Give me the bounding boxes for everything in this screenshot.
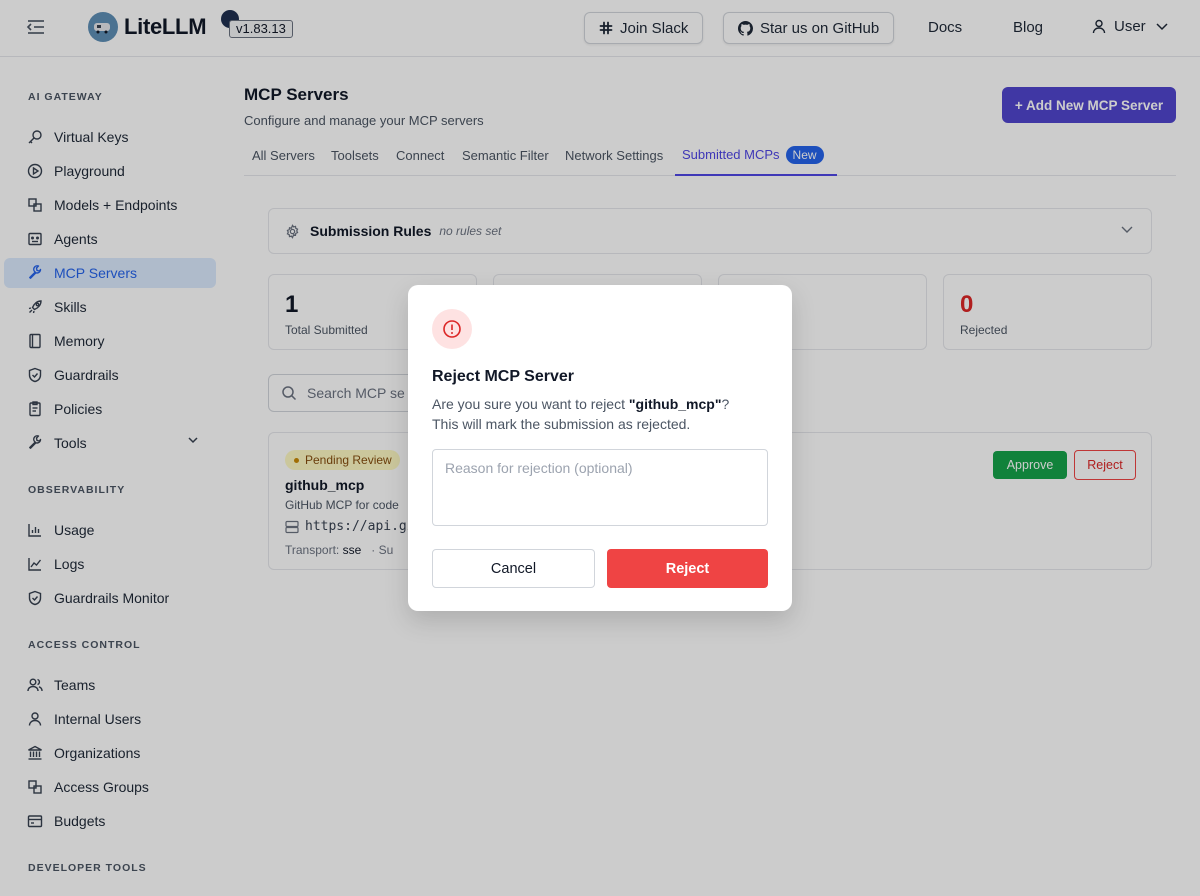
dialog-server-name: "github_mcp" xyxy=(628,396,722,412)
alert-icon xyxy=(432,309,472,349)
reason-placeholder: Reason for rejection (optional) xyxy=(445,460,633,476)
dialog-title: Reject MCP Server xyxy=(432,368,574,385)
dialog-text-line2: This will mark the submission as rejecte… xyxy=(432,416,691,432)
dialog-message: Are you sure you want to reject "github_… xyxy=(432,394,772,434)
cancel-button[interactable]: Cancel xyxy=(432,549,595,588)
dialog-text-prefix: Are you sure you want to reject xyxy=(432,396,629,412)
rejection-reason-textarea[interactable]: Reason for rejection (optional) xyxy=(432,449,768,526)
dialog-text-suffix: ? xyxy=(721,396,730,412)
reject-dialog: Reject MCP Server Are you sure you want … xyxy=(408,285,792,611)
confirm-reject-button[interactable]: Reject xyxy=(607,549,768,588)
